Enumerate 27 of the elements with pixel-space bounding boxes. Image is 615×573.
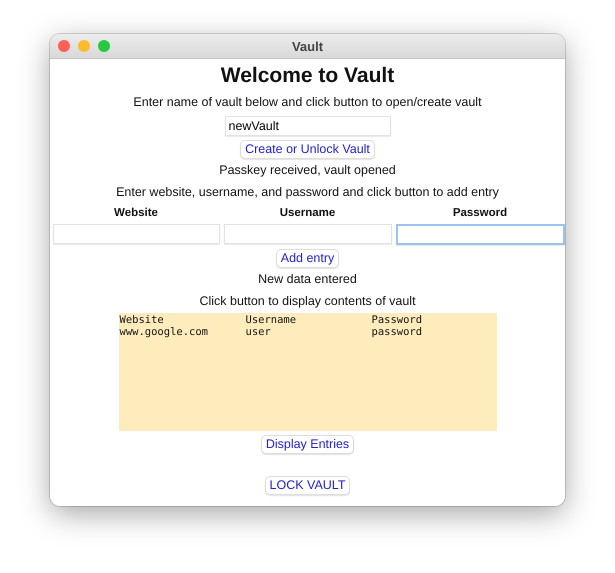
window-title: Vault bbox=[292, 38, 324, 54]
field-label: Website bbox=[113, 206, 159, 221]
unlock-button[interactable]: Create or Unlock Vault bbox=[240, 140, 375, 159]
output-text: Username bbox=[246, 314, 298, 326]
instruction-text: Click button to display contents of vault bbox=[199, 293, 416, 309]
add-entry-button[interactable]: Add entry bbox=[276, 249, 340, 268]
instruction-text: Enter website, username, and password and click button to add entry bbox=[116, 184, 499, 200]
output-text: Password bbox=[372, 314, 424, 326]
heading: Welcome to Vault bbox=[220, 63, 394, 89]
field-label: Password bbox=[452, 206, 508, 221]
output-text: www.google.com bbox=[120, 326, 210, 338]
lock-vault-button[interactable]: LOCK VAULT bbox=[264, 476, 350, 495]
instruction-text: Enter name of vault below and click button to open/create vault bbox=[133, 94, 482, 110]
field-label: Username bbox=[278, 206, 336, 221]
minimize-icon[interactable] bbox=[78, 40, 90, 52]
display-entries-button[interactable]: Display Entries bbox=[260, 435, 354, 454]
close-icon[interactable] bbox=[58, 40, 70, 52]
vault-name-field[interactable]: newVault bbox=[224, 116, 390, 136]
status-text: New data entered bbox=[258, 271, 357, 287]
zoom-icon[interactable] bbox=[98, 40, 110, 52]
output-text: password bbox=[372, 326, 424, 338]
entry-field[interactable] bbox=[52, 224, 220, 244]
output-text: user bbox=[246, 326, 272, 338]
output-text: Website bbox=[120, 314, 165, 326]
entry-field[interactable] bbox=[396, 224, 564, 245]
status-text: Passkey received, vault opened bbox=[219, 162, 396, 178]
entry-field[interactable] bbox=[224, 224, 392, 244]
